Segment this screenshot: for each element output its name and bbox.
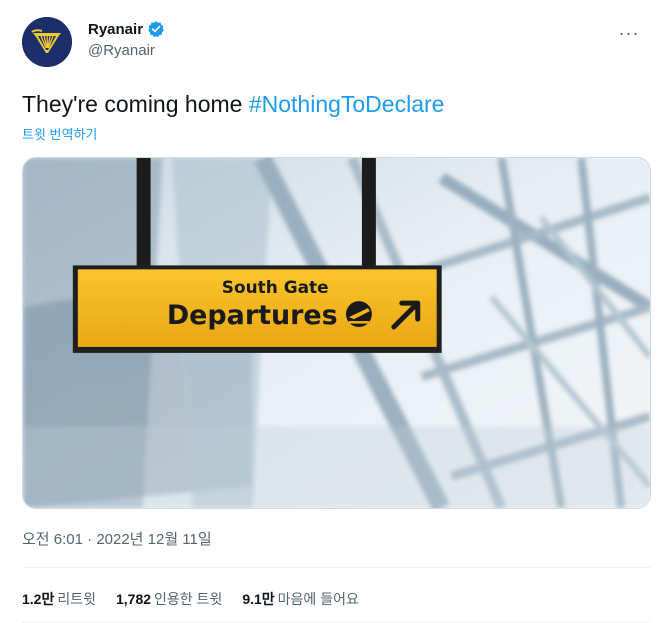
tweet: Ryanair @Ryanair ··· They're coming home…	[0, 0, 666, 623]
likes-label: 마음에 들어요	[277, 591, 359, 607]
departures-sign-photo: South Gate Departures	[23, 158, 650, 508]
retweets-label: 리트윗	[57, 591, 96, 607]
verified-badge-icon	[148, 21, 164, 38]
quote-tweets-stat[interactable]: 1,782 인용한 트윗	[116, 589, 222, 609]
departures-plane-icon	[345, 301, 372, 328]
timestamp-separator: ·	[87, 531, 93, 548]
retweets-count: 1.2만	[22, 591, 55, 607]
ryanair-harp-logo-icon	[22, 17, 72, 67]
hashtag-link[interactable]: #NothingToDeclare	[249, 91, 445, 117]
tweet-timestamp: 오전 6:01 · 2022년 12월 11일	[22, 528, 212, 549]
likes-stat[interactable]: 9.1만 마음에 들어요	[242, 589, 359, 609]
tweet-time[interactable]: 오전 6:01	[22, 531, 83, 548]
more-options-icon[interactable]: ···	[614, 18, 644, 48]
tweet-body: They're coming home	[22, 91, 249, 117]
translate-tweet-link[interactable]: 트윗 번역하기	[22, 124, 97, 143]
author-name-row: Ryanair	[88, 20, 165, 38]
sign-line1: South Gate	[222, 277, 329, 297]
avatar[interactable]	[22, 17, 72, 67]
tweet-text: They're coming home #NothingToDeclare	[22, 90, 444, 118]
author-handle[interactable]: @Ryanair	[88, 42, 155, 59]
tweet-date[interactable]: 2022년 12월 11일	[96, 531, 211, 548]
author-display-name[interactable]: Ryanair	[88, 21, 143, 38]
sign-line2: Departures	[167, 300, 338, 331]
quote-tweets-label: 인용한 트윗	[154, 591, 223, 607]
quote-tweets-count: 1,782	[115, 591, 152, 607]
tweet-image[interactable]: South Gate Departures	[22, 157, 651, 509]
likes-count: 9.1만	[242, 591, 275, 607]
divider	[22, 567, 651, 568]
engagement-stats: 1.2만 리트윗 1,782 인용한 트윗 9.1만 마음에 들어요	[22, 589, 359, 609]
retweets-stat[interactable]: 1.2만 리트윗	[22, 589, 96, 609]
